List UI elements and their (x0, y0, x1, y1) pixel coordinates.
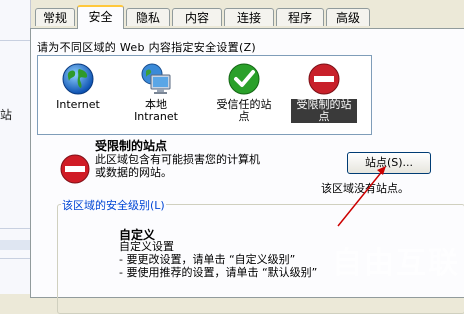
tab-strip: 常规 安全 隐私 内容 连接 程序 高级 (30, 0, 464, 29)
zone-label: 本地 Intranet (134, 98, 178, 123)
zone-label: 受信任的站点 (216, 98, 272, 123)
watermark-text: 自由互联 (332, 246, 460, 281)
background-bar (0, 240, 30, 250)
tab-content[interactable]: 内容 (172, 8, 222, 26)
no-sites-text: 该区域没有站点。 (321, 182, 409, 195)
globe-icon (38, 62, 118, 96)
zone-prompt: 请为不同区域的 Web 内容指定安全设置(Z) (37, 41, 256, 54)
zone-description-line: 或数据的网站。 (95, 166, 172, 179)
zone-description: 此区域包含有可能损害您的计算机 或数据的网站。 (95, 153, 260, 179)
tab-advanced[interactable]: 高级 (326, 8, 370, 26)
background-divider (0, 40, 30, 41)
tab-programs[interactable]: 程序 (276, 8, 324, 26)
zone-list[interactable]: Internet 本地 Intranet 受信任的站点 受限制的站点 (37, 55, 372, 135)
level-description-line: - 要使用推荐的设置，请单击 “默认级别” (119, 266, 318, 279)
background-divider (0, 228, 30, 229)
background-window: 站 (0, 0, 31, 294)
security-level-description: 自定义设置 - 要更改设置，请单击 “自定义级别” - 要使用推荐的设置，请单击… (119, 240, 317, 279)
background-divider (0, 258, 30, 259)
security-level-title: 该区域的安全级别(L) (61, 197, 166, 213)
no-entry-icon (284, 62, 364, 96)
zone-local-intranet[interactable]: 本地 Intranet (116, 62, 196, 123)
background-text: 站 (0, 108, 13, 122)
tab-general[interactable]: 常规 (35, 8, 75, 26)
tab-security[interactable]: 安全 (77, 5, 124, 29)
level-description-line: - 要更改设置，请单击 “自定义级别” (119, 253, 296, 266)
no-entry-icon (60, 154, 90, 187)
zone-restricted-sites[interactable]: 受限制的站点 (284, 62, 364, 124)
check-circle-icon (204, 62, 284, 96)
zone-title: 受限制的站点 (95, 139, 168, 153)
zone-label: Internet (56, 98, 100, 111)
sites-button[interactable]: 站点(S)... (347, 152, 431, 174)
monitor-icon (116, 62, 196, 96)
tab-privacy[interactable]: 隐私 (126, 8, 170, 26)
zone-internet[interactable]: Internet (38, 62, 118, 111)
zone-trusted-sites[interactable]: 受信任的站点 (204, 62, 284, 123)
zone-label: 受限制的站点 (290, 98, 358, 124)
tab-connections[interactable]: 连接 (224, 8, 274, 26)
level-description-line: 自定义设置 (119, 240, 174, 253)
zone-description-line: 此区域包含有可能损害您的计算机 (95, 153, 260, 166)
